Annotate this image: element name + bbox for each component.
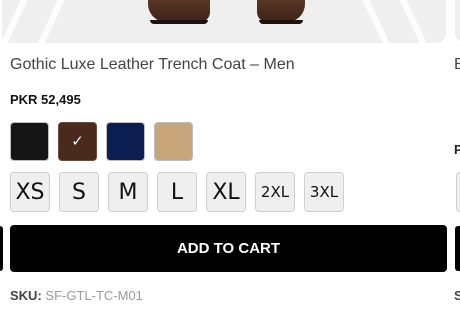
color-swatches: ✓ (10, 122, 193, 161)
color-swatch-tan[interactable] (154, 122, 193, 161)
product-title[interactable]: Gothic Luxe Leather Trench Coat – Men (10, 56, 295, 74)
sku-value: SF-GTL-TC-M01 (45, 288, 143, 303)
size-option-2xl[interactable]: 2XL (255, 172, 295, 212)
size-option-s[interactable]: S (59, 172, 99, 212)
product-card-page: Gothic Luxe Leather Trench Coat – Men B … (0, 0, 460, 321)
next-product-image[interactable] (455, 0, 460, 43)
product-image-background (2, 0, 446, 43)
size-option-m[interactable]: M (108, 172, 148, 212)
next-product-sku: S (454, 288, 460, 303)
product-image[interactable] (2, 0, 446, 43)
add-to-cart-button[interactable]: ADD TO CART (10, 225, 447, 272)
boot-left-image (148, 0, 210, 24)
sku-label: SKU: (10, 288, 42, 303)
size-option-xl[interactable]: XL (206, 172, 246, 212)
next-product-price: P (454, 142, 460, 157)
color-swatch-brown[interactable]: ✓ (58, 122, 97, 161)
size-options: XS S M L XL 2XL 3XL (10, 172, 344, 212)
next-product-size-option[interactable] (456, 172, 460, 212)
color-swatch-navy[interactable] (106, 122, 145, 161)
product-sku: SKU: SF-GTL-TC-M01 (10, 288, 143, 303)
selected-check-icon: ✓ (71, 133, 84, 150)
color-swatch-black[interactable] (10, 122, 49, 161)
size-option-l[interactable]: L (157, 172, 197, 212)
previous-product-add-to-cart-edge[interactable] (0, 226, 3, 271)
size-option-xs[interactable]: XS (10, 172, 50, 212)
next-product-add-to-cart-edge[interactable] (455, 226, 460, 271)
next-product-title[interactable]: B (454, 56, 460, 74)
product-price: PKR 52,495 (10, 92, 81, 107)
size-option-3xl[interactable]: 3XL (304, 172, 344, 212)
